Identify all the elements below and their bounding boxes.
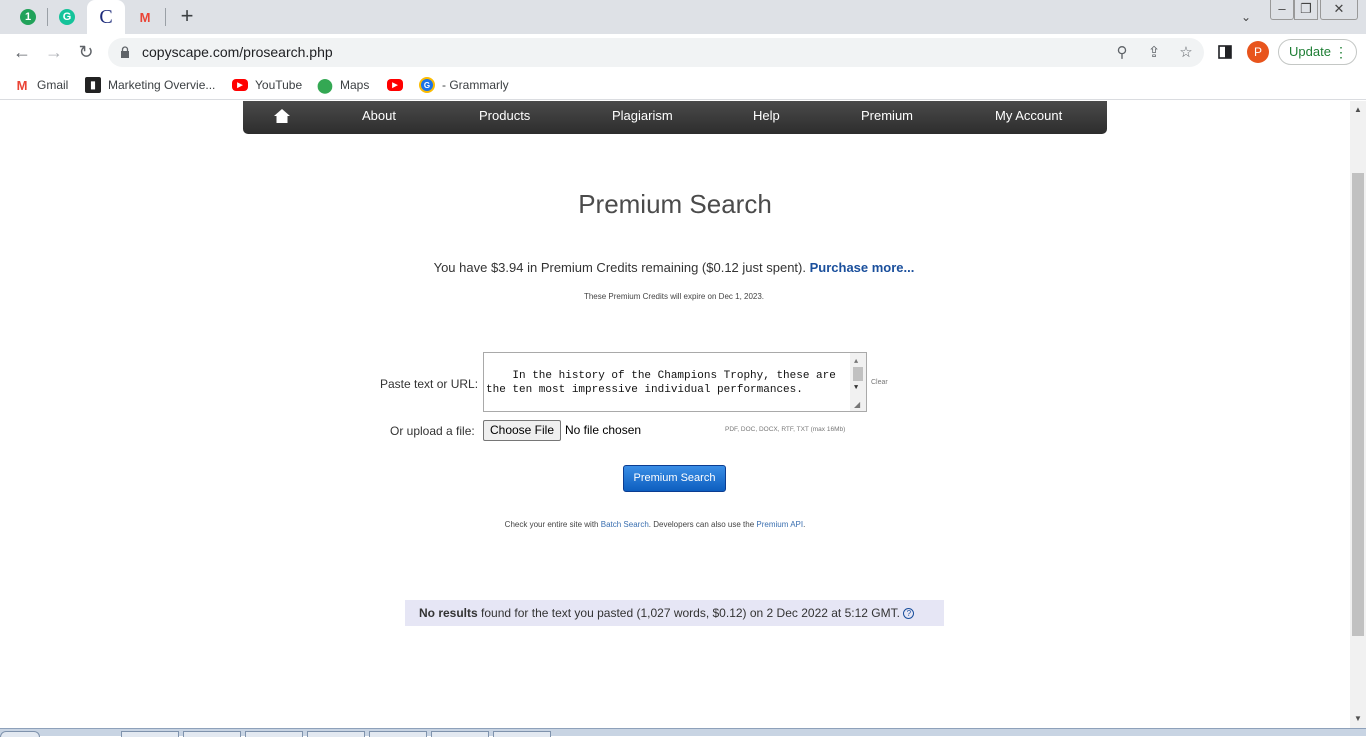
bookmark-label: YouTube: [255, 78, 303, 92]
copyscape-favicon-icon: C: [99, 5, 113, 28]
share-icon[interactable]: ⇪: [1144, 43, 1164, 63]
tab-favicon-icon: 1: [20, 9, 36, 25]
bookmark-maps[interactable]: ⬤ Maps: [317, 76, 369, 94]
bookmark-label: Marketing Overvie...: [108, 78, 216, 92]
youtube-icon: ▶: [387, 79, 403, 91]
bookmark-gmail[interactable]: M Gmail: [14, 76, 69, 94]
nav-products[interactable]: Products: [479, 108, 530, 123]
credits-text: You have $3.94 in Premium Credits remain…: [433, 260, 806, 275]
resize-handle-icon[interactable]: ◢: [854, 399, 860, 411]
taskbar-item[interactable]: [245, 731, 303, 737]
site-navbar: About Products Plagiarism Help Premium M…: [243, 101, 1107, 134]
page-scroll-thumb[interactable]: [1352, 173, 1364, 636]
bookmark-star-icon[interactable]: ☆: [1176, 43, 1196, 63]
premium-search-button[interactable]: Premium Search: [623, 465, 726, 492]
paste-text-label: Paste text or URL:: [380, 377, 479, 391]
youtube-icon: ▶: [232, 79, 248, 91]
bookmarks-bar: M Gmail ▮ Marketing Overvie... ▶ YouTube…: [0, 70, 1366, 100]
forward-arrow-icon[interactable]: →: [42, 40, 66, 64]
taskbar-item[interactable]: [369, 731, 427, 737]
taskbar-item[interactable]: [121, 731, 179, 737]
zoom-icon[interactable]: ⚲: [1112, 43, 1132, 63]
choose-file-button[interactable]: Choose File: [483, 420, 561, 441]
taskbar-item[interactable]: [431, 731, 489, 737]
nav-help[interactable]: Help: [753, 108, 780, 123]
textarea-scroll-thumb[interactable]: [853, 367, 863, 381]
update-label: Update: [1289, 44, 1331, 59]
back-arrow-icon[interactable]: ←: [10, 40, 34, 64]
new-tab-button[interactable]: +: [176, 5, 198, 27]
tab-grammarly[interactable]: G: [49, 0, 85, 34]
textarea-content: In the history of the Champions Trophy, …: [486, 370, 836, 396]
result-bold: No results: [419, 606, 478, 620]
premium-api-link[interactable]: Premium API: [756, 520, 803, 529]
maps-icon: ⬤: [317, 76, 333, 93]
browser-toolbar: ← → ↻ copyscape.com/prosearch.php ⚲ ⇪ ☆ …: [0, 34, 1366, 70]
taskbar-item[interactable]: [183, 731, 241, 737]
tab-gmail[interactable]: M: [127, 0, 163, 34]
page-content: About Products Plagiarism Help Premium M…: [0, 101, 1350, 728]
credits-expiry-note: These Premium Credits will expire on Dec…: [583, 292, 765, 301]
scroll-down-icon[interactable]: ▼: [854, 381, 858, 395]
batch-middle: . Developers can also use the: [648, 520, 755, 529]
bookmark-grammarly[interactable]: G - Grammarly: [419, 76, 509, 94]
textarea-scrollbar[interactable]: ▲ ▼ ◢: [850, 353, 866, 411]
nav-premium[interactable]: Premium: [861, 108, 913, 123]
reload-icon[interactable]: ↻: [74, 40, 98, 64]
batch-prefix: Check your entire site with: [504, 520, 599, 529]
result-text: found for the text you pasted (1,027 wor…: [481, 606, 900, 620]
minimize-button[interactable]: –: [1270, 0, 1294, 20]
file-types-hint: PDF, DOC, DOCX, RTF, TXT (max 16Mb): [725, 426, 846, 433]
help-info-icon[interactable]: ?: [903, 608, 915, 620]
tab-1[interactable]: 1: [10, 0, 46, 34]
grammarly-favicon-icon: G: [59, 9, 75, 25]
paste-text-textarea[interactable]: In the history of the Champions Trophy, …: [483, 352, 867, 412]
menu-dots-icon: ⋮: [1334, 44, 1348, 60]
tab-copyscape-active[interactable]: C: [87, 0, 125, 34]
grammarly-icon: G: [419, 77, 435, 93]
purchase-more-link[interactable]: Purchase more...: [810, 260, 915, 275]
side-panel-icon[interactable]: [1218, 45, 1232, 59]
nav-plagiarism[interactable]: Plagiarism: [612, 108, 673, 123]
result-banner: No results found for the text you pasted…: [405, 600, 944, 626]
bookmark-label: - Grammarly: [442, 78, 509, 92]
scroll-down-arrow-icon[interactable]: ▼: [1350, 712, 1366, 726]
batch-search-note: Check your entire site with Batch Search…: [0, 520, 1310, 529]
taskbar-item[interactable]: [493, 731, 551, 737]
home-icon[interactable]: [274, 109, 290, 123]
credits-line: You have $3.94 in Premium Credits remain…: [0, 260, 1348, 275]
os-taskbar: [0, 728, 1366, 737]
restore-button[interactable]: ❐: [1294, 0, 1318, 20]
bookmark-label: Gmail: [37, 78, 69, 92]
upload-file-label: Or upload a file:: [390, 424, 475, 438]
batch-suffix: .: [803, 520, 806, 529]
batch-search-link[interactable]: Batch Search: [601, 520, 649, 529]
update-button[interactable]: Update ⋮: [1278, 39, 1357, 65]
tab-search-chevron-icon[interactable]: ⌄: [1236, 8, 1256, 28]
close-window-button[interactable]: ✕: [1320, 0, 1358, 20]
bookmark-marketing[interactable]: ▮ Marketing Overvie...: [85, 76, 215, 94]
bookmark-youtube[interactable]: ▶ YouTube: [232, 76, 302, 94]
taskbar-item[interactable]: [307, 731, 365, 737]
gmail-icon: M: [16, 77, 28, 93]
bookmark-label: Maps: [340, 78, 370, 92]
clear-link[interactable]: Clear: [871, 379, 888, 386]
page-title: Premium Search: [578, 189, 772, 219]
tab-strip: 1 G C M + ⌄ – ❐ ✕: [0, 0, 1366, 34]
marketing-icon: ▮: [85, 77, 101, 93]
bookmark-youtube-2[interactable]: ▶: [387, 76, 410, 94]
profile-avatar[interactable]: P: [1247, 41, 1269, 63]
file-status-text: No file chosen: [565, 423, 642, 437]
nav-about[interactable]: About: [362, 108, 396, 123]
lock-icon: [121, 46, 129, 58]
scroll-up-arrow-icon[interactable]: ▲: [1350, 103, 1366, 117]
nav-my-account[interactable]: My Account: [995, 108, 1062, 123]
page-scrollbar[interactable]: ▲ ▼: [1350, 101, 1366, 728]
gmail-favicon-icon: M: [139, 9, 151, 25]
url-text: copyscape.com/prosearch.php: [142, 44, 333, 60]
address-bar[interactable]: copyscape.com/prosearch.php ⚲ ⇪ ☆: [108, 38, 1204, 67]
start-button[interactable]: [0, 731, 40, 737]
